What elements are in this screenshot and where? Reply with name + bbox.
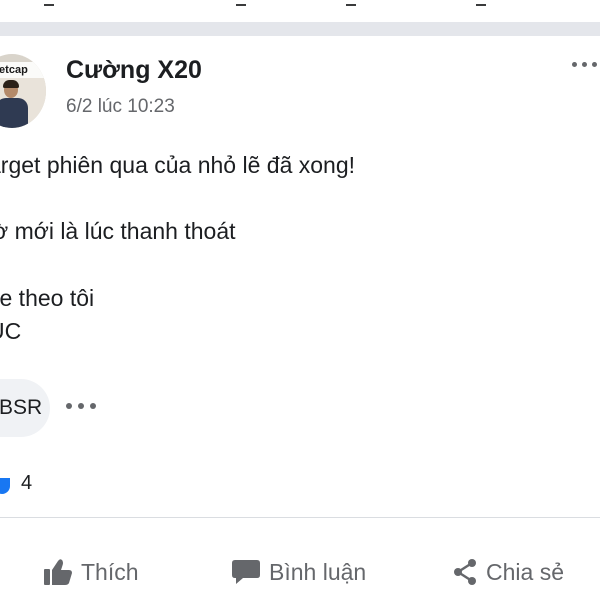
share-icon [454,559,476,585]
post-text-line: ÚC [0,318,22,344]
thumbs-up-icon [44,559,72,585]
previous-post-action-bar [0,0,600,22]
tags-more-icon[interactable] [66,403,96,409]
like-reaction-icon [0,478,10,494]
previous-post-share-icon-fragment [346,0,356,6]
like-label: Thích [81,558,139,585]
post-text-line: iờ mới là lúc thanh thoát [0,218,236,244]
action-divider [0,517,600,518]
author-name[interactable]: Cường X20 [66,56,202,85]
comment-icon [232,560,260,584]
comment-button[interactable]: Bình luận [231,552,366,592]
previous-post-comment-icon-fragment [236,0,246,6]
comment-label: Bình luận [269,558,367,585]
more-options-icon[interactable] [572,62,600,76]
previous-post-like-icon-fragment [44,0,54,6]
reaction-count[interactable]: 4 [21,472,32,495]
post-timestamp[interactable]: 6/2 lúc 10:23 [66,96,175,118]
post-text-line: arget phiên qua của nhỏ lẽ đã xong! [0,152,356,178]
avatar-sign: ietcap [0,62,46,78]
stock-tag-label: BSR [0,396,43,419]
author-avatar[interactable]: ietcap [0,54,46,128]
avatar-person-hair [3,80,19,88]
share-button[interactable]: Chia sẻ [452,552,564,592]
avatar-person-body [0,98,28,128]
like-button[interactable]: Thích [43,552,139,592]
post-text-line: ce theo tôi [0,285,95,311]
feed-separator [0,22,600,36]
stock-tag-chip[interactable]: BSR [0,379,50,437]
previous-post-more-icon-fragment [476,0,486,6]
share-label: Chia sẻ [486,558,564,585]
